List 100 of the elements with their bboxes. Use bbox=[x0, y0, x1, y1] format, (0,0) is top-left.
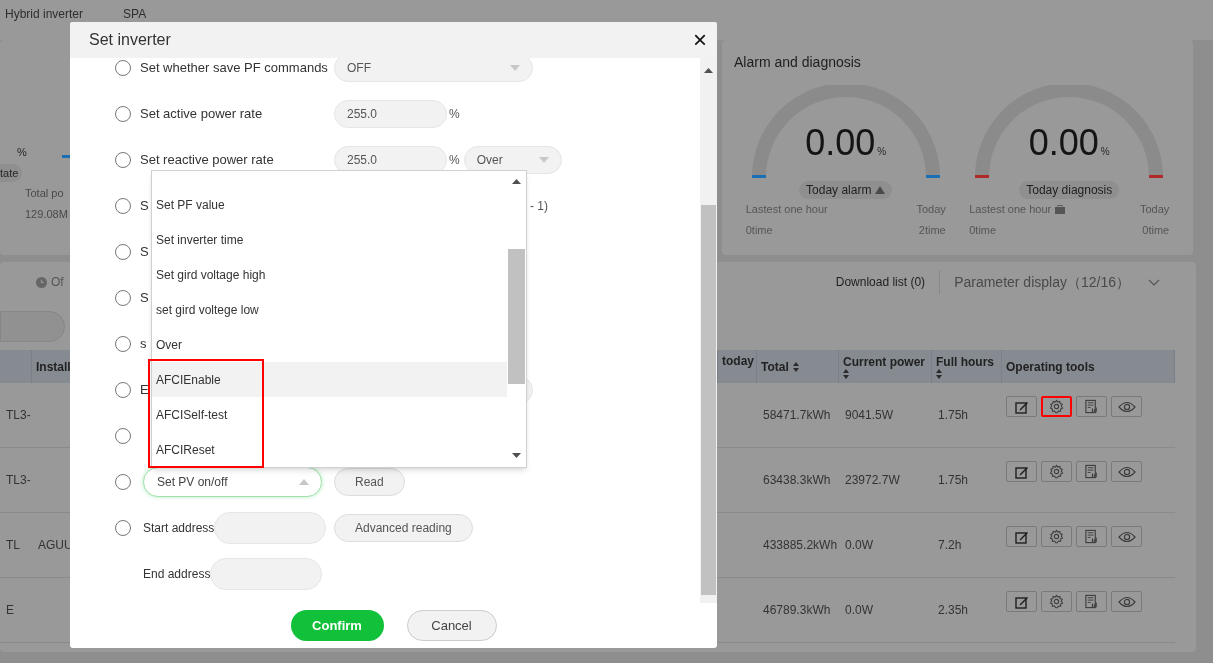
option-label: Set reactive power rate bbox=[140, 151, 274, 170]
eye-icon bbox=[1117, 530, 1136, 543]
total-power-label: Total po bbox=[25, 186, 65, 201]
eye-icon bbox=[1117, 595, 1136, 608]
option-label: S bbox=[140, 197, 149, 216]
chevron-down-icon[interactable] bbox=[1148, 278, 1160, 286]
stat-value: 0time bbox=[745, 222, 774, 238]
scroll-up-icon[interactable] bbox=[512, 179, 521, 184]
tool-button[interactable] bbox=[1041, 461, 1072, 482]
column-header[interactable]: today bbox=[718, 350, 757, 383]
select-field[interactable]: OFF bbox=[334, 58, 533, 82]
column-header[interactable]: Operating tools bbox=[1002, 350, 1175, 383]
close-button[interactable]: × bbox=[693, 28, 707, 52]
eye-icon bbox=[1117, 400, 1136, 413]
tool-button[interactable] bbox=[1041, 396, 1072, 417]
dropdown-option[interactable]: Set inverter time bbox=[152, 222, 507, 257]
number-field[interactable]: 255.0 bbox=[334, 100, 447, 128]
tool-button[interactable] bbox=[1006, 461, 1037, 482]
cancel-button[interactable]: Cancel bbox=[406, 610, 497, 641]
gauge-end-mark bbox=[62, 155, 70, 158]
dropdown-option[interactable]: Set gird voltage high bbox=[152, 257, 507, 292]
select-field[interactable]: Set PV on/off bbox=[143, 467, 322, 497]
tool-button[interactable] bbox=[1111, 591, 1142, 612]
option-label: E bbox=[140, 381, 149, 400]
unit-label: % bbox=[449, 106, 460, 123]
scrollbar-thumb[interactable] bbox=[508, 249, 525, 384]
table-cell-text: 9041.5W bbox=[845, 407, 894, 424]
column-header[interactable]: Total bbox=[757, 350, 839, 383]
table-cell-text: TL bbox=[6, 537, 20, 554]
option-label: S bbox=[140, 243, 149, 262]
table-cell-text: TL3- bbox=[6, 472, 31, 489]
clock-icon bbox=[36, 276, 47, 288]
table-cell-text: 1.75h bbox=[938, 407, 969, 424]
table-cell-text: 1.75h bbox=[938, 472, 969, 489]
gauge-unit: % bbox=[877, 145, 887, 159]
dropdown-option[interactable]: AFCISelf-test bbox=[152, 397, 507, 432]
briefcase-icon bbox=[1055, 204, 1066, 214]
action-button[interactable]: Read bbox=[334, 468, 405, 496]
field-label: End address bbox=[143, 566, 211, 583]
settings-icon bbox=[1049, 399, 1064, 414]
dropdown-option[interactable]: AFCIReset bbox=[152, 432, 507, 467]
address-field[interactable] bbox=[210, 558, 323, 590]
tool-button[interactable] bbox=[1006, 591, 1037, 612]
caret-icon bbox=[510, 65, 520, 71]
address-field[interactable] bbox=[214, 512, 327, 544]
tool-button[interactable] bbox=[1111, 526, 1142, 547]
total-power-value: 129.08M bbox=[25, 206, 69, 222]
report-icon bbox=[1084, 529, 1099, 544]
scroll-up-icon[interactable] bbox=[704, 68, 713, 73]
column-header[interactable]: Full hours bbox=[932, 350, 1002, 383]
dropdown-option[interactable]: Over bbox=[152, 327, 507, 362]
dropdown-option[interactable]: Set PF value bbox=[152, 187, 507, 222]
select-field[interactable]: Over bbox=[463, 146, 562, 174]
edit-icon bbox=[1014, 464, 1029, 479]
download-list-link[interactable]: Download list (0) bbox=[835, 273, 926, 291]
tool-button[interactable] bbox=[1111, 461, 1142, 482]
gauge-value: 0.00 bbox=[805, 125, 876, 161]
table-cell-text: 23972.7W bbox=[845, 472, 900, 489]
option-label: s bbox=[140, 335, 147, 354]
settings-icon bbox=[1049, 464, 1064, 479]
stat-label: Today bbox=[915, 202, 946, 217]
tool-button[interactable] bbox=[1076, 396, 1107, 417]
tool-button[interactable] bbox=[1041, 526, 1072, 547]
warning-icon bbox=[875, 186, 886, 194]
percent-unit: % bbox=[17, 144, 27, 160]
column-header[interactable]: Current power bbox=[839, 350, 932, 383]
tool-button[interactable] bbox=[1006, 526, 1037, 547]
report-icon bbox=[1084, 464, 1099, 479]
stat-value: 0time bbox=[969, 222, 998, 238]
table-cell-text: 58471.7kWh bbox=[763, 407, 831, 424]
tool-button[interactable] bbox=[1076, 526, 1107, 547]
dropdown-option[interactable]: set gird voltege low bbox=[152, 292, 507, 327]
page-tab[interactable]: SPA bbox=[123, 8, 147, 21]
tool-button[interactable] bbox=[1076, 591, 1107, 612]
tool-button[interactable] bbox=[1006, 396, 1037, 417]
scroll-down-icon[interactable] bbox=[512, 453, 521, 458]
dialog-title: Set inverter bbox=[89, 30, 171, 50]
report-icon bbox=[1084, 594, 1099, 609]
sort-icon[interactable] bbox=[792, 361, 799, 372]
dropdown-option[interactable]: AFCIEnable bbox=[152, 362, 507, 397]
gauge-label: Today diagnosis bbox=[1026, 182, 1113, 199]
option-label: S bbox=[140, 289, 149, 308]
settings-icon bbox=[1049, 594, 1064, 609]
tool-button[interactable] bbox=[1076, 461, 1107, 482]
field-label: Start address bbox=[143, 520, 215, 537]
caret-icon bbox=[299, 479, 309, 485]
tool-button[interactable] bbox=[1111, 396, 1142, 417]
page-tab[interactable]: Hybrid inverter bbox=[5, 8, 84, 21]
tool-button[interactable] bbox=[1041, 591, 1072, 612]
state-label: tate bbox=[0, 164, 23, 182]
stat-value: 0time bbox=[1141, 222, 1170, 238]
table-cell-text: 46789.3kWh bbox=[763, 602, 831, 619]
scrollbar-thumb[interactable] bbox=[701, 205, 716, 595]
scrollbar[interactable] bbox=[700, 58, 717, 603]
gauge-value: 0.00 bbox=[1028, 125, 1099, 161]
settings-icon bbox=[1049, 529, 1064, 544]
stat-label: Lastest one hour bbox=[745, 202, 828, 217]
table-cell-text: 7.2h bbox=[938, 537, 962, 554]
action-button[interactable]: Advanced reading bbox=[334, 514, 473, 542]
stat-label: Lastest one hour bbox=[969, 202, 1052, 217]
